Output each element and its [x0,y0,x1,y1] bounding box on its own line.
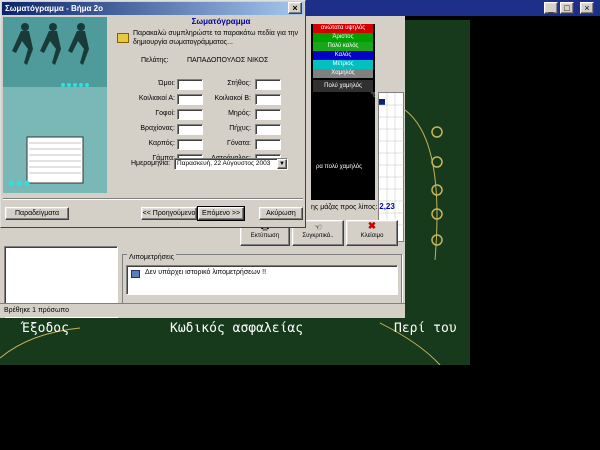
runners-image [3,17,107,193]
compare-label: Συγκριτικά.. [302,233,334,239]
window-controls: _ □ × [544,2,598,14]
next-button[interactable]: Επόμενο >> [197,206,245,221]
dialog-titlebar: Σωματόγραμμα - Βήμα 2ο × [2,2,304,15]
arm-input[interactable] [177,124,203,135]
forearm-input[interactable] [255,124,281,135]
close-button[interactable]: × [580,2,594,14]
mass-ratio-label: ης μάζας προς λίπος: [311,204,378,211]
somatogram-dialog: Σωματόγραμμα - Βήμα 2ο × Σωματόγραμμα Πα… [0,0,306,228]
mass-ratio-row: ης μάζας προς λίπος: 2,23 [311,202,401,212]
list-item-icon [131,270,140,278]
about-menu-item[interactable]: Περί του [394,321,457,336]
shoulders-input[interactable] [177,79,203,90]
green-menu-panel: Έξοδος Κωδικός ασφαλείας Περί του [0,318,470,365]
field-label: Ώμοι: [158,80,175,87]
close-label: Κλείσιμο [360,233,384,239]
wrist-input[interactable] [177,139,203,150]
client-label: Πελάτης: [141,57,169,64]
status-bar: Βρέθηκε 1 πρόσωπο [0,303,405,317]
date-label: Ημερομηνία: [131,160,171,167]
field-label: Βραχίονας: [140,125,175,132]
legend-item: Μέτριος [313,60,373,69]
field-label: Κοιλιακοί Β: [214,95,251,102]
security-code-menu-item[interactable]: Κωδικός ασφαλείας [170,321,303,336]
abs-a-input[interactable] [177,94,203,105]
legend-item: Άριστος [313,33,373,42]
legend-very-low-label: ρα πολύ χαμηλός [316,164,363,170]
divider [3,198,303,200]
mass-ratio-value: 2,23 [379,202,395,211]
green-side-panel [405,20,470,320]
abs-b-input[interactable] [255,94,281,105]
history-title: Λιπομετρήσεις [127,254,177,261]
exit-menu-item[interactable]: Έξοδος [22,321,69,336]
print-label: Εκτύπωση [250,233,280,239]
examples-button[interactable]: Παραδείγματα [5,207,69,220]
history-empty-message: Δεν υπάρχει ιστορικό λιπομετρήσεων !! [145,269,267,276]
previous-button[interactable]: << Προηγούμενο [141,207,197,220]
minimize-button[interactable]: _ [544,2,558,14]
folder-icon [117,33,129,43]
client-name: ΠΑΠΑΔΟΠΟΥΛΟΣ ΝΙΚΟΣ [187,57,269,64]
field-label: Πήχυς: [229,125,251,132]
field-label: Καρπός: [148,140,175,147]
instruction-text: Παρακαλώ συμπληρώστε τα παρακάτω πεδία γ… [133,30,298,46]
legend-item: ανώτατα υψηλός [313,24,373,33]
date-value: Παρασκευή, 22 Αύγουστος 2003 [177,160,271,167]
cancel-button[interactable]: Ακύρωση [259,207,303,220]
knees-input[interactable] [255,139,281,150]
field-label: Κοιλιακοί Α: [138,95,175,102]
dialog-title: Σωματόγραμμα - Βήμα 2ο [5,4,103,13]
thigh-input[interactable] [255,109,281,120]
legend-item: Χαμηλός [313,69,373,78]
pointer-hand-icon: ☜ [370,90,379,101]
dialog-heading: Σωματόγραμμα [191,17,251,26]
maximize-button[interactable]: □ [560,2,574,14]
legend-very-low: Πολύ χαμηλός [313,80,373,92]
close-window-button[interactable]: ✖ Κλείσιμο [346,220,398,246]
chest-input[interactable] [255,79,281,90]
field-label: Μηρός: [228,110,251,117]
dialog-close-button[interactable]: × [288,2,302,14]
field-label: Στήθος: [227,80,251,87]
legend-item: Καλός [313,51,373,60]
field-label: Γόνατα: [227,140,251,147]
field-label: Γοφοί: [155,110,175,117]
hips-input[interactable] [177,109,203,120]
date-picker[interactable]: Παρασκευή, 22 Αύγουστος 2003 ▼ [174,158,288,170]
history-list[interactable]: Δεν υπάρχει ιστορικό λιπομετρήσεων !! [126,265,398,295]
chevron-down-icon[interactable]: ▼ [277,159,287,169]
close-x-icon: ✖ [367,221,377,232]
legend-item: Πολύ καλός [313,42,373,51]
